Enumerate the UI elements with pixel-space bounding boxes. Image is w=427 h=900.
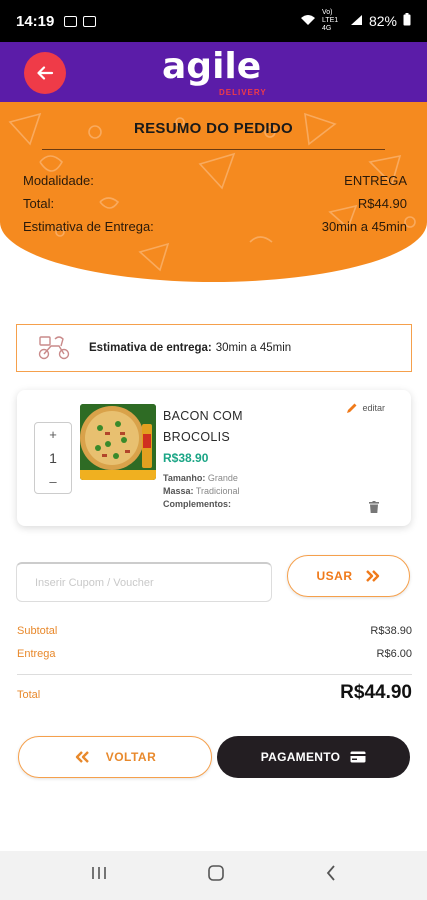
- back-button[interactable]: [24, 52, 66, 94]
- pencil-icon: [347, 403, 357, 413]
- double-chevron-left-icon: [75, 751, 89, 763]
- wifi-icon: [300, 13, 316, 29]
- detail-value: Tradicional: [195, 486, 240, 496]
- back-to-menu-button[interactable]: VOLTAR: [18, 736, 212, 778]
- battery-percent: 82%: [368, 13, 397, 29]
- detail-label: Complementos:: [163, 499, 232, 509]
- summary-row-modalidade: Modalidade: ENTREGA: [23, 173, 407, 188]
- gallery-notification-icon: [64, 15, 78, 27]
- subtotal-row: Subtotal R$38.90: [17, 625, 412, 637]
- apply-coupon-label: USAR: [316, 569, 353, 583]
- item-price: R$38.90: [163, 451, 209, 465]
- apply-coupon-button[interactable]: USAR: [287, 555, 410, 597]
- totals-divider: [17, 674, 412, 675]
- subtotal-value: R$38.90: [370, 625, 412, 637]
- laptop-notification-icon: [83, 15, 97, 27]
- delivery-fee-label: Entrega: [17, 648, 56, 660]
- cart-item-card: + 1 – BACON COM BROCOLIS R$38.90 Tamanho…: [17, 390, 411, 526]
- detail-label: Tamanho:: [163, 473, 206, 483]
- summary-label: Total:: [23, 196, 55, 211]
- estimate-value: 30min a 45min: [215, 342, 292, 354]
- app-header: agile DELIVERY: [0, 42, 427, 102]
- delivery-estimate-box: Estimativa de entrega: 30min a 45min: [16, 324, 412, 372]
- item-detail-crust: Massa: Tradicional: [163, 486, 240, 496]
- quantity-stepper: + 1 –: [34, 422, 72, 494]
- status-time: 14:19: [16, 12, 55, 30]
- payment-button[interactable]: PAGAMENTO: [217, 736, 410, 778]
- system-navigation-bar: [0, 851, 427, 900]
- coupon-input[interactable]: Inserir Cupom / Voucher: [16, 562, 272, 602]
- double-chevron-right-icon: [365, 570, 379, 582]
- delivery-fee-value: R$6.00: [376, 648, 412, 660]
- summary-value: R$44.90: [357, 196, 407, 211]
- decrement-button[interactable]: –: [49, 474, 56, 489]
- credit-card-icon: [350, 751, 366, 763]
- item-detail-extras: Complementos:: [163, 499, 231, 509]
- edit-item-button[interactable]: editar: [346, 402, 385, 414]
- trash-icon[interactable]: [369, 500, 379, 518]
- item-name: BACON COM BROCOLIS: [163, 409, 243, 444]
- payment-label: PAGAMENTO: [260, 750, 341, 764]
- pizza-image: [80, 404, 156, 480]
- total-label: Total: [17, 689, 41, 701]
- total-row: Total R$44.90: [17, 682, 412, 704]
- signal-icon: [350, 13, 363, 29]
- battery-icon: [403, 13, 411, 29]
- logo-subtext: DELIVERY: [219, 88, 267, 97]
- network-label: Vo) LTE1 4G: [321, 9, 339, 32]
- item-detail-size: Tamanho: Grande: [163, 473, 238, 483]
- order-summary-header: RESUMO DO PEDIDO Modalidade: ENTREGA Tot…: [0, 102, 427, 282]
- back-label: VOLTAR: [105, 750, 157, 764]
- detail-value: Grande: [207, 473, 238, 483]
- subtotal-label: Subtotal: [17, 625, 58, 637]
- summary-value: 30min a 45min: [321, 219, 407, 234]
- summary-label: Modalidade:: [23, 173, 94, 188]
- arrow-left-icon: [37, 66, 54, 80]
- agile-delivery-logo: agile DELIVERY: [162, 46, 272, 98]
- summary-row-estimativa: Estimativa de Entrega: 30min a 45min: [23, 219, 407, 234]
- logo-text: agile: [162, 46, 262, 87]
- edit-label: editar: [362, 403, 385, 413]
- recent-apps-icon[interactable]: [90, 865, 108, 886]
- status-bar: 14:19 Vo) LTE1 4G 82%: [0, 0, 427, 42]
- system-back-icon[interactable]: [325, 864, 337, 887]
- summary-row-total: Total: R$44.90: [23, 196, 407, 211]
- total-value: R$44.90: [340, 682, 412, 703]
- summary-label: Estimativa de Entrega:: [23, 219, 154, 234]
- detail-label: Massa:: [163, 486, 194, 496]
- delivery-scooter-icon: [37, 334, 71, 363]
- title-divider: [42, 149, 385, 150]
- increment-button[interactable]: +: [49, 427, 57, 442]
- page-title: RESUMO DO PEDIDO: [134, 120, 293, 137]
- home-icon[interactable]: [207, 864, 225, 887]
- summary-value: ENTREGA: [344, 173, 407, 188]
- estimate-label: Estimativa de entrega:: [89, 342, 212, 354]
- delivery-fee-row: Entrega R$6.00: [17, 648, 412, 660]
- quantity-value: 1: [49, 450, 57, 466]
